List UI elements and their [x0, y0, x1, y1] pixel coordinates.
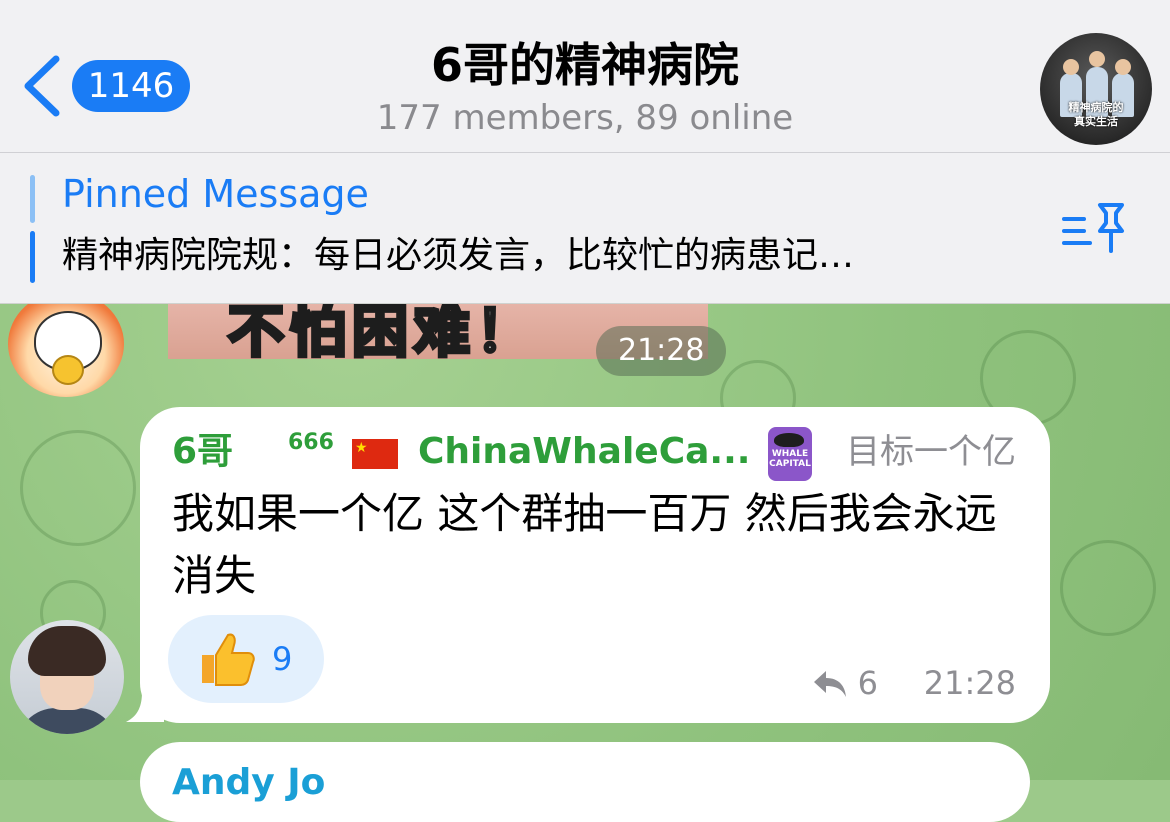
avatar-caption-top: 精神病院的: [1068, 101, 1124, 114]
chat-title: 6哥的精神病院: [430, 38, 739, 92]
china-flag-icon: ★: [352, 439, 398, 469]
unread-count-badge[interactable]: 1146: [72, 60, 190, 112]
chat-subtitle: 177 members, 89 online: [376, 98, 794, 138]
avatar-head: [1115, 59, 1131, 75]
message-bubble[interactable]: 6哥 666 ★ ChinaWhaleCa... WHALE CAPITAL 目…: [140, 407, 1050, 723]
message-text: 我如果一个亿 这个群抽一百万 然后我会永远消失: [172, 489, 997, 600]
sender-avatar[interactable]: [10, 620, 124, 734]
message-header: 6哥 666 ★ ChinaWhaleCa... WHALE CAPITAL 目…: [172, 427, 1020, 481]
background-doodle: [20, 430, 136, 546]
avatar-head: [1089, 51, 1105, 67]
group-avatar[interactable]: 精神病院的 真实生活: [1040, 33, 1152, 145]
pinned-indicator-active: [30, 231, 35, 283]
avatar-caption-bottom: 真实生活: [1074, 115, 1118, 128]
thumbs-up-icon: [202, 633, 255, 686]
admin-title: 目标一个亿: [846, 432, 1016, 472]
sender-tag: 666: [288, 430, 334, 455]
reply-icon[interactable]: [812, 669, 848, 699]
sender-avatar-lucky-cat[interactable]: [8, 291, 124, 397]
message-meta: 6 21:28: [796, 661, 1016, 705]
sender-title[interactable]: ChinaWhaleCa...: [418, 429, 750, 475]
avatar-jacket: [16, 708, 118, 734]
pinned-list-icon[interactable]: [1060, 201, 1126, 257]
background-doodle: [1060, 540, 1156, 636]
media-timestamp: 21:28: [596, 326, 727, 376]
reaction-thumbs-up[interactable]: 9: [168, 615, 324, 703]
media-overlay-text: 不怕困难！: [226, 303, 538, 359]
whale-capital-badge-icon: WHALE CAPITAL: [768, 427, 812, 481]
next-sender-name[interactable]: Andy Jo: [172, 760, 325, 806]
reaction-count: 9: [272, 640, 293, 678]
pinned-text: 精神病院院规：每日必须发言，比较忙的病患记…: [62, 235, 855, 276]
coin-icon: [52, 355, 84, 385]
badge-text: WHALE CAPITAL: [769, 449, 811, 469]
pinned-message-bar[interactable]: Pinned Message 精神病院院规：每日必须发言，比较忙的病患记…: [0, 153, 1170, 304]
message-time: 21:28: [923, 664, 1016, 702]
reply-count[interactable]: 6: [858, 661, 878, 705]
avatar-hair: [28, 626, 106, 676]
chevron-left-icon: [24, 55, 60, 117]
message-bubble-next[interactable]: Andy Jo: [140, 742, 1030, 822]
avatar-caption: 精神病院的 真实生活: [1050, 101, 1142, 129]
back-button[interactable]: [20, 55, 64, 117]
chat-header: 1146 6哥的精神病院 177 members, 89 online 精神病院…: [0, 0, 1170, 153]
sender-name[interactable]: 6哥: [172, 429, 233, 475]
chat-title-block[interactable]: 6哥的精神病院 177 members, 89 online: [300, 36, 870, 140]
pinned-indicator: [30, 175, 35, 223]
avatar-head: [1063, 59, 1079, 75]
whale-icon: [774, 433, 804, 447]
pinned-label: Pinned Message: [62, 172, 369, 216]
